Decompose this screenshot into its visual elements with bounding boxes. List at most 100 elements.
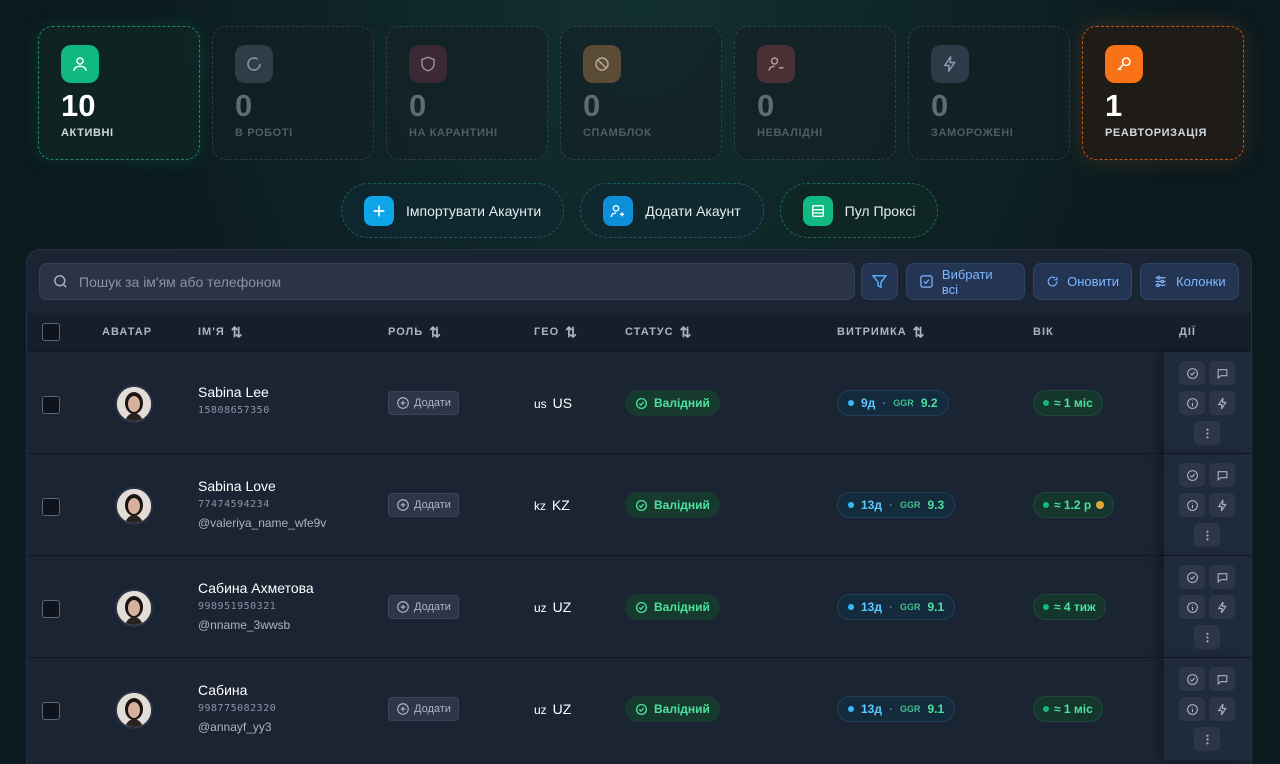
col-status[interactable]: СТАТУС ⇅ <box>625 324 692 341</box>
check-action-button[interactable] <box>1179 667 1205 691</box>
check-action-button[interactable] <box>1179 361 1205 385</box>
ggr-label: GGR <box>899 500 921 510</box>
stat-label: НА КАРАНТИНІ <box>409 127 498 139</box>
avatar <box>115 385 153 423</box>
stat-value: 10 <box>61 88 96 123</box>
account-phone: 15808657350 <box>198 405 270 416</box>
sort-icon: ⇅ <box>679 323 693 340</box>
info-action-button[interactable] <box>1179 391 1205 415</box>
bolt-action-button[interactable] <box>1209 493 1235 517</box>
message-action-button[interactable] <box>1209 361 1235 385</box>
ggr-label: GGR <box>899 602 921 612</box>
info-icon <box>1186 499 1198 511</box>
row-checkbox[interactable] <box>42 600 60 618</box>
indicator-dot <box>1043 400 1049 406</box>
add-role-button[interactable]: Додати <box>388 493 459 517</box>
columns-button[interactable]: Колонки <box>1140 263 1239 300</box>
ggr-value: 9.1 <box>927 600 945 614</box>
stat-card-in-work[interactable]: 0 В РОБОТІ <box>212 26 374 160</box>
bolt-action-button[interactable] <box>1209 697 1235 721</box>
col-status-label: СТАТУС <box>625 326 674 338</box>
message-icon <box>1217 674 1227 685</box>
message-action-button[interactable] <box>1209 667 1235 691</box>
more-action-button[interactable] <box>1194 727 1220 751</box>
row-checkbox[interactable] <box>42 702 60 720</box>
geo: us US <box>534 395 572 411</box>
add-role-label: Додати <box>414 499 451 511</box>
avatar <box>115 487 153 525</box>
more-action-button[interactable] <box>1194 421 1220 445</box>
stat-card-active[interactable]: 10 АКТИВНІ <box>38 26 200 160</box>
check-action-button[interactable] <box>1179 463 1205 487</box>
more-action-button[interactable] <box>1194 523 1220 547</box>
col-geo[interactable]: ГЕО ⇅ <box>534 324 578 341</box>
info-action-button[interactable] <box>1179 595 1205 619</box>
add-role-button[interactable]: Додати <box>388 391 459 415</box>
col-role[interactable]: РОЛЬ ⇅ <box>388 324 442 341</box>
columns-label: Колонки <box>1176 274 1226 289</box>
info-action-button[interactable] <box>1179 493 1205 517</box>
col-vitrimka[interactable]: ВИТРИМКА ⇅ <box>837 324 925 341</box>
indicator-dot <box>848 400 854 406</box>
bolt-icon <box>1217 601 1227 613</box>
filter-button[interactable] <box>861 263 898 300</box>
proxy-pool-button[interactable]: Пул Проксі <box>779 183 939 238</box>
row-checkbox[interactable] <box>42 396 60 414</box>
status-badge: Валідний <box>625 594 720 620</box>
sort-icon: ⇅ <box>429 323 442 340</box>
stat-label: В РОБОТІ <box>235 127 293 139</box>
select-all-checkbox[interactable] <box>42 323 60 341</box>
proxy-pool-label: Пул Проксі <box>844 202 916 219</box>
add-account-label: Додати Акаунт <box>645 202 741 219</box>
geo: kz KZ <box>534 497 570 513</box>
row-checkbox[interactable] <box>42 498 60 516</box>
more-vertical-icon <box>1205 632 1209 642</box>
stat-value: 0 <box>931 88 949 123</box>
account-phone: 998775082320 <box>198 703 277 714</box>
check-circle-icon <box>1186 571 1198 583</box>
vitrimka-badge: 13д · GGR 9.1 <box>837 594 956 620</box>
message-action-button[interactable] <box>1209 463 1235 487</box>
stat-card-reauth[interactable]: 1 РЕАВТОРИЗАЦІЯ <box>1082 26 1244 160</box>
more-action-button[interactable] <box>1194 625 1220 649</box>
coin-icon <box>1096 501 1105 509</box>
add-account-button[interactable]: Додати Акаунт <box>580 183 764 238</box>
message-icon <box>1217 572 1227 583</box>
col-name[interactable]: ІМ'Я ⇅ <box>198 324 243 341</box>
import-accounts-button[interactable]: Імпортувати Акаунти <box>341 183 565 238</box>
bolt-action-button[interactable] <box>1209 391 1235 415</box>
indicator-dot <box>1043 604 1049 610</box>
search-input[interactable] <box>79 273 839 290</box>
col-actions-label: ДІЇ <box>1179 326 1196 338</box>
row-actions <box>1164 454 1251 556</box>
stat-card-spamblock[interactable]: 0 СПАМБЛОК <box>560 26 722 160</box>
stat-value: 0 <box>409 88 427 123</box>
check-action-button[interactable] <box>1179 565 1205 589</box>
stat-card-frozen[interactable]: 0 ЗАМОРОЖЕНІ <box>908 26 1070 160</box>
select-all-button[interactable]: Вибрати всі <box>906 263 1025 300</box>
refresh-button[interactable]: Оновити <box>1033 263 1132 300</box>
plus-circle-icon <box>397 397 409 409</box>
stat-card-quarantine[interactable]: 0 НА КАРАНТИНІ <box>386 26 548 160</box>
add-role-button[interactable]: Додати <box>388 595 459 619</box>
bolt-action-button[interactable] <box>1209 595 1235 619</box>
geo-code: UZ <box>552 599 572 615</box>
sort-icon: ⇅ <box>230 323 244 340</box>
col-age-label: ВІК <box>1033 326 1054 338</box>
add-role-label: Додати <box>414 397 451 409</box>
table-row[interactable]: Сабина Ахметова 998951950321 @nname_3wws… <box>27 555 1251 658</box>
table-row[interactable]: Sabina Lee 15808657350 Додати us US Валі… <box>27 351 1251 454</box>
message-action-button[interactable] <box>1209 565 1235 589</box>
stat-card-invalid[interactable]: 0 НЕВАЛІДНІ <box>734 26 896 160</box>
info-action-button[interactable] <box>1179 697 1205 721</box>
stat-label: НЕВАЛІДНІ <box>757 127 823 139</box>
account-name: Sabina Love <box>198 478 276 494</box>
more-vertical-icon <box>1205 734 1209 744</box>
table-row[interactable]: Sabina Love 77474594234 @valeriya_name_w… <box>27 453 1251 556</box>
vitrimka-badge: 13д · GGR 9.1 <box>837 696 956 722</box>
indicator-dot <box>1043 706 1049 712</box>
add-role-button[interactable]: Додати <box>388 697 459 721</box>
status-badge: Валідний <box>625 696 720 722</box>
account-name: Сабина Ахметова <box>198 580 314 596</box>
table-row[interactable]: Сабина 998775082320 @annayf_yy3 Додати u… <box>27 657 1251 760</box>
